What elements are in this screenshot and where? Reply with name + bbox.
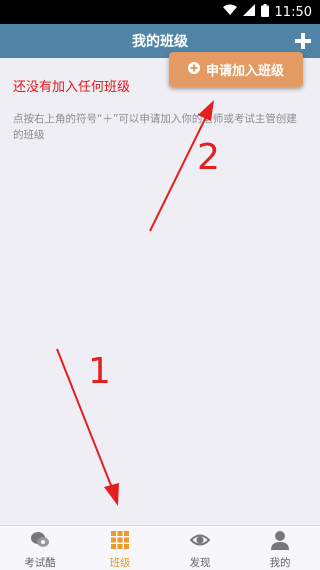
tab-label: 发现 <box>189 557 211 569</box>
empty-state-hint: 点按右上角的符号“＋”可以申请加入你的老师或考试主管创建的班级 <box>13 113 297 141</box>
signal-icon <box>242 4 255 20</box>
person-icon <box>270 530 290 553</box>
bottom-tab-bar: 考试酷 班级 发现 我的 <box>0 525 320 570</box>
join-class-label: 申请加入班级 <box>205 64 284 79</box>
tab-label: 考试酷 <box>24 557 56 569</box>
status-time: 11:50 <box>274 4 312 20</box>
tab-kaoshiku[interactable]: 考试酷 <box>0 526 80 570</box>
annotation-number-1: 1 <box>88 351 111 392</box>
tab-mine[interactable]: 我的 <box>240 526 320 570</box>
chat-bubbles-icon <box>30 530 50 553</box>
add-circle-icon <box>187 61 200 78</box>
status-bar: 11:50 <box>0 0 320 24</box>
grid-icon <box>110 530 130 553</box>
wifi-icon <box>222 4 237 20</box>
tab-class[interactable]: 班级 <box>80 526 160 570</box>
join-class-menu-item[interactable]: 申请加入班级 <box>169 52 303 87</box>
eye-icon <box>189 530 211 553</box>
empty-state-title: 还没有加入任何班级 <box>13 80 131 95</box>
plus-icon[interactable] <box>292 30 314 52</box>
arrow-1-head <box>104 483 119 506</box>
tab-discover[interactable]: 发现 <box>160 526 240 570</box>
tab-label: 我的 <box>269 557 291 569</box>
annotation-number-2: 2 <box>197 137 220 178</box>
tab-label: 班级 <box>109 557 131 569</box>
battery-icon <box>260 3 269 21</box>
page-title: 我的班级 <box>132 34 188 50</box>
